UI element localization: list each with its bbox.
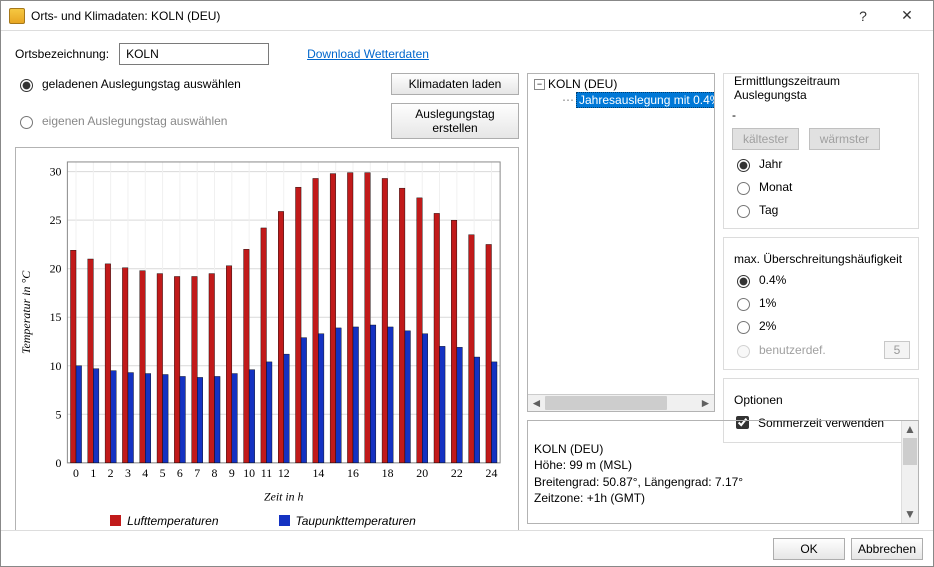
svg-text:10: 10 — [50, 359, 62, 373]
coldest-button: kältester — [732, 128, 799, 150]
ok-button[interactable]: OK — [773, 538, 845, 560]
frequency-group: max. Überschreitungshäufigkeit 0.4% 1% 2… — [723, 237, 919, 370]
radio-userdef: benutzerdef. — [732, 341, 910, 359]
svg-text:5: 5 — [160, 466, 166, 480]
svg-text:2: 2 — [108, 466, 114, 480]
radio-1[interactable]: 1% — [732, 295, 910, 311]
radio-loaded-day[interactable]: geladenen Auslegungstag auswählen — [15, 76, 241, 92]
scroll-left-icon[interactable]: ◄ — [528, 395, 545, 411]
close-button[interactable]: ✕ — [885, 2, 929, 30]
svg-text:8: 8 — [212, 466, 218, 480]
scroll-up-icon[interactable]: ▲ — [902, 421, 918, 438]
svg-text:10: 10 — [243, 466, 255, 480]
svg-text:1: 1 — [90, 466, 96, 480]
window-title: Orts- und Klimadaten: KOLN (DEU) — [31, 9, 841, 23]
svg-text:9: 9 — [229, 466, 235, 480]
radio-04[interactable]: 0.4% — [732, 272, 910, 288]
tree-child-node[interactable]: ⋯ Jahresauslegung mit 0.4% (wär — [562, 92, 714, 108]
app-icon — [9, 8, 25, 24]
svg-text:7: 7 — [194, 466, 200, 480]
svg-text:Zeit in h: Zeit in h — [264, 490, 304, 504]
chart: 0510152025300123456789101112141618202224… — [15, 147, 519, 530]
svg-text:6: 6 — [177, 466, 183, 480]
radio-month[interactable]: Monat — [732, 179, 910, 195]
svg-text:0: 0 — [56, 456, 62, 470]
svg-text:4: 4 — [142, 466, 148, 480]
warmest-button: wärmster — [809, 128, 880, 150]
dialog-footer: OK Abbrechen — [1, 530, 933, 566]
svg-text:25: 25 — [50, 213, 62, 227]
svg-text:24: 24 — [486, 466, 498, 480]
svg-text:15: 15 — [50, 310, 62, 324]
chart-svg: 0510152025300123456789101112141618202224… — [16, 148, 510, 507]
svg-text:30: 30 — [50, 165, 62, 179]
location-input[interactable] — [119, 43, 269, 65]
create-day-button[interactable]: Auslegungstag erstellen — [391, 103, 519, 139]
cancel-button[interactable]: Abbrechen — [851, 538, 923, 560]
svg-text:14: 14 — [312, 466, 324, 480]
svg-text:22: 22 — [451, 466, 463, 480]
period-group: Ermittlungszeitraum Auslegungsta - kälte… — [723, 73, 919, 229]
svg-text:18: 18 — [382, 466, 394, 480]
svg-text:3: 3 — [125, 466, 131, 480]
radio-year[interactable]: Jahr — [732, 156, 910, 172]
radio-2[interactable]: 2% — [732, 318, 910, 334]
info-v-scrollbar[interactable]: ▲ ▼ — [901, 421, 918, 523]
location-label: Ortsbezeichnung: — [15, 47, 109, 61]
radio-loaded-day-input[interactable] — [20, 79, 33, 92]
tree-h-scrollbar[interactable]: ◄ ► — [528, 394, 714, 411]
info-textbox[interactable]: KOLN (DEU) Höhe: 99 m (MSL) Breitengrad:… — [527, 420, 919, 524]
svg-text:12: 12 — [278, 466, 290, 480]
titlebar: Orts- und Klimadaten: KOLN (DEU) ? ✕ — [1, 1, 933, 31]
scroll-down-icon[interactable]: ▼ — [902, 506, 918, 523]
dialog-window: Orts- und Klimadaten: KOLN (DEU) ? ✕ Ort… — [0, 0, 934, 567]
load-climate-button[interactable]: Klimadaten laden — [391, 73, 519, 95]
svg-text:11: 11 — [261, 466, 272, 480]
radio-own-day-input[interactable] — [20, 116, 33, 129]
help-button[interactable]: ? — [841, 2, 885, 30]
svg-text:Temperatur in °C: Temperatur in °C — [19, 270, 33, 354]
radio-own-day[interactable]: eigenen Auslegungstag auswählen — [15, 113, 227, 129]
svg-text:20: 20 — [416, 466, 428, 480]
download-link[interactable]: Download Wetterdaten — [307, 47, 429, 61]
tree-panel: − KOLN (DEU) ⋯ Jahresauslegung mit 0.4% … — [527, 73, 715, 412]
radio-day[interactable]: Tag — [732, 202, 910, 218]
tree-root-node[interactable]: − KOLN (DEU) — [532, 76, 714, 92]
scroll-right-icon[interactable]: ► — [697, 395, 714, 411]
svg-text:20: 20 — [50, 262, 62, 276]
svg-text:5: 5 — [56, 407, 62, 421]
tree-collapse-icon[interactable]: − — [534, 79, 545, 90]
userdef-value — [884, 341, 910, 359]
svg-text:16: 16 — [347, 466, 359, 480]
svg-text:0: 0 — [73, 466, 79, 480]
